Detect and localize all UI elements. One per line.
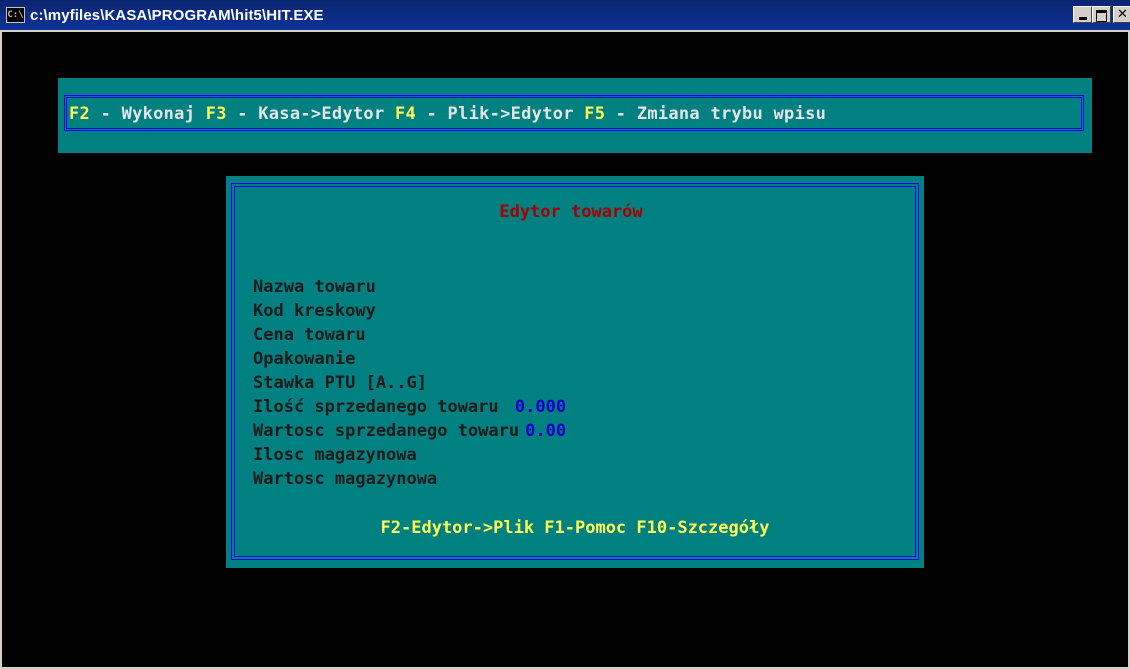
minimize-icon (1078, 17, 1087, 20)
function-key-list: F2 - Wykonaj F3 - Kasa->Edytor F4 - Plik… (69, 104, 826, 124)
dialog-frame (231, 183, 919, 560)
field-barcode[interactable]: Kod kreskowy (253, 301, 382, 321)
fkey-f4[interactable]: F4 - Plik->Edytor (395, 104, 584, 124)
dialog-title: Edytor towarów (499, 202, 643, 222)
field-value-sold[interactable]: Wartosc sprzedanego towaru 0.00 (253, 421, 566, 441)
field-price[interactable]: Cena towaru (253, 325, 372, 345)
function-key-frame: F2 - Wykonaj F3 - Kasa->Edytor F4 - Plik… (64, 95, 1084, 131)
fkey-f3[interactable]: F3 - Kasa->Edytor (206, 104, 395, 124)
dialog-help-bar: F2-Edytor->Plik F1-Pomoc F10-Szczegóły (380, 518, 770, 538)
field-quantity-sold[interactable]: Ilość sprzedanego towaru 0.000 (253, 397, 566, 417)
maximize-button[interactable] (1092, 6, 1111, 23)
close-button[interactable]: ✕ (1113, 6, 1130, 23)
field-stock-value[interactable]: Wartosc magazynowa (253, 469, 443, 489)
close-icon: ✕ (1117, 7, 1128, 22)
maximize-icon (1096, 10, 1107, 22)
field-product-name[interactable]: Nazwa towaru (253, 277, 382, 297)
fkey-f5[interactable]: F5 - Zmiana trybu wpisu (584, 104, 826, 124)
field-stock-quantity[interactable]: Ilosc magazynowa (253, 445, 423, 465)
console-icon[interactable]: C:\ (6, 7, 25, 23)
window-title: c:\myfiles\KASA\PROGRAM\hit5\HIT.EXE (30, 6, 324, 24)
field-vat-rate[interactable]: Stawka PTU [A..G] (253, 373, 433, 393)
fkey-f2[interactable]: F2 - Wykonaj (69, 104, 206, 124)
console-area[interactable]: F2 - Wykonaj F3 - Kasa->Edytor F4 - Plik… (2, 32, 1128, 667)
title-bar[interactable]: C:\ c:\myfiles\KASA\PROGRAM\hit5\HIT.EXE… (0, 0, 1130, 30)
minimize-button[interactable] (1073, 6, 1092, 23)
product-editor-dialog: Edytor towarów Nazwa towaru Kod kreskowy… (226, 176, 924, 568)
function-key-bar: F2 - Wykonaj F3 - Kasa->Edytor F4 - Plik… (58, 78, 1092, 153)
field-packaging[interactable]: Opakowanie (253, 349, 361, 369)
